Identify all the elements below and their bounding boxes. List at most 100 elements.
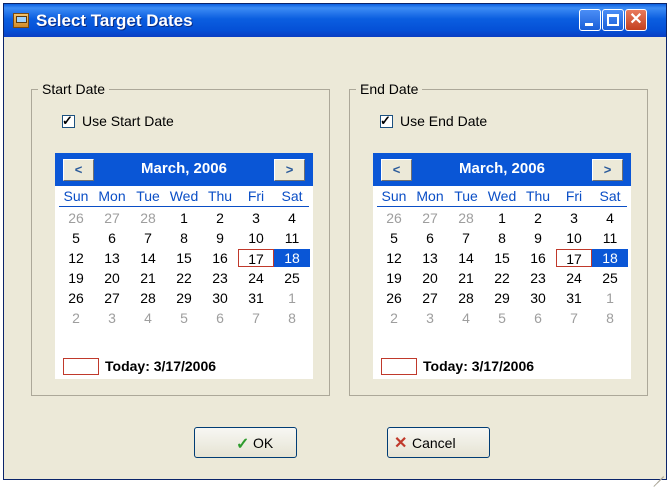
calendar-day[interactable]: 1 (274, 289, 310, 307)
previous-month-button[interactable]: < (63, 159, 94, 181)
calendar-day[interactable]: 27 (94, 289, 130, 307)
calendar-day[interactable]: 23 (520, 269, 556, 287)
calendar-day[interactable]: 9 (520, 229, 556, 247)
calendar-day[interactable]: 15 (484, 249, 520, 267)
calendar-day[interactable]: 4 (274, 209, 310, 227)
calendar-day[interactable]: 28 (130, 289, 166, 307)
calendar-day[interactable]: 18 (592, 249, 628, 267)
calendar-day[interactable]: 5 (376, 229, 412, 247)
calendar-day[interactable]: 6 (94, 229, 130, 247)
calendar-day[interactable]: 29 (166, 289, 202, 307)
calendar-day[interactable]: 10 (238, 229, 274, 247)
calendar-day[interactable]: 27 (412, 289, 448, 307)
calendar-day[interactable]: 26 (58, 289, 94, 307)
use-start-date-label[interactable]: Use Start Date (82, 113, 174, 129)
calendar-day[interactable]: 10 (556, 229, 592, 247)
calendar-day[interactable]: 20 (412, 269, 448, 287)
calendar-day[interactable]: 2 (58, 309, 94, 327)
calendar-day[interactable]: 26 (376, 209, 412, 227)
calendar-day[interactable]: 6 (412, 229, 448, 247)
calendar-day[interactable]: 8 (484, 229, 520, 247)
cancel-button[interactable]: ✕ Cancel (387, 427, 490, 458)
calendar-day[interactable]: 5 (484, 309, 520, 327)
resize-grip[interactable] (650, 463, 664, 487)
calendar-day[interactable]: 17 (556, 249, 592, 267)
calendar-day[interactable]: 3 (94, 309, 130, 327)
calendar-day[interactable]: 12 (376, 249, 412, 267)
calendar-day[interactable]: 22 (166, 269, 202, 287)
calendar-day[interactable]: 17 (238, 249, 274, 267)
calendar-day[interactable]: 12 (58, 249, 94, 267)
close-button[interactable]: ✕ (625, 9, 647, 31)
calendar-day[interactable]: 28 (448, 289, 484, 307)
calendar-day[interactable]: 20 (94, 269, 130, 287)
calendar-day[interactable]: 14 (448, 249, 484, 267)
calendar-day[interactable]: 13 (94, 249, 130, 267)
title-bar[interactable]: Select Target Dates ✕ (4, 4, 666, 37)
calendar-day[interactable]: 1 (166, 209, 202, 227)
previous-month-button[interactable]: < (381, 159, 412, 181)
calendar-day[interactable]: 28 (448, 209, 484, 227)
calendar-day[interactable]: 31 (556, 289, 592, 307)
calendar-day[interactable]: 31 (238, 289, 274, 307)
calendar-day[interactable]: 16 (202, 249, 238, 267)
calendar-day[interactable]: 1 (484, 209, 520, 227)
calendar-day[interactable]: 7 (448, 229, 484, 247)
calendar-day[interactable]: 21 (448, 269, 484, 287)
calendar-day[interactable]: 2 (376, 309, 412, 327)
calendar-day[interactable]: 8 (274, 309, 310, 327)
calendar-day[interactable]: 18 (274, 249, 310, 267)
use-start-date-checkbox[interactable]: ✓ (62, 113, 75, 128)
calendar-day[interactable]: 22 (484, 269, 520, 287)
calendar-day[interactable]: 6 (202, 309, 238, 327)
calendar-day[interactable]: 19 (58, 269, 94, 287)
calendar-day[interactable]: 11 (592, 229, 628, 247)
calendar-day[interactable]: 1 (592, 289, 628, 307)
calendar-day[interactable]: 27 (412, 209, 448, 227)
use-end-date-checkbox[interactable]: ✓ (380, 113, 393, 128)
calendar-day[interactable]: 25 (274, 269, 310, 287)
calendar-day[interactable]: 16 (520, 249, 556, 267)
next-month-button[interactable]: > (592, 159, 623, 181)
calendar-day[interactable]: 19 (376, 269, 412, 287)
calendar-day[interactable]: 4 (130, 309, 166, 327)
ok-button[interactable]: ✓ OK (194, 427, 297, 458)
calendar-day[interactable]: 3 (238, 209, 274, 227)
calendar-day[interactable]: 21 (130, 269, 166, 287)
use-end-date-label[interactable]: Use End Date (400, 113, 487, 129)
calendar-day[interactable]: 7 (556, 309, 592, 327)
today-label[interactable]: Today: 3/17/2006 (423, 358, 534, 374)
calendar-day[interactable]: 2 (520, 209, 556, 227)
calendar-day[interactable]: 26 (376, 289, 412, 307)
calendar-day[interactable]: 26 (58, 209, 94, 227)
calendar-day[interactable]: 11 (274, 229, 310, 247)
next-month-button[interactable]: > (274, 159, 305, 181)
calendar-day[interactable]: 8 (592, 309, 628, 327)
calendar-day[interactable]: 15 (166, 249, 202, 267)
calendar-day[interactable]: 7 (130, 229, 166, 247)
calendar-day[interactable]: 28 (130, 209, 166, 227)
maximize-button[interactable] (602, 9, 624, 31)
calendar-day[interactable]: 29 (484, 289, 520, 307)
calendar-day[interactable]: 4 (592, 209, 628, 227)
calendar-day[interactable]: 2 (202, 209, 238, 227)
calendar-day[interactable]: 9 (202, 229, 238, 247)
calendar-day[interactable]: 5 (166, 309, 202, 327)
calendar-day[interactable]: 6 (520, 309, 556, 327)
calendar-day[interactable]: 8 (166, 229, 202, 247)
calendar-day[interactable]: 23 (202, 269, 238, 287)
today-label[interactable]: Today: 3/17/2006 (105, 358, 216, 374)
calendar-day[interactable]: 13 (412, 249, 448, 267)
calendar-day[interactable]: 5 (58, 229, 94, 247)
calendar-day[interactable]: 24 (238, 269, 274, 287)
minimize-button[interactable] (579, 9, 601, 31)
calendar-day[interactable]: 30 (202, 289, 238, 307)
calendar-day[interactable]: 4 (448, 309, 484, 327)
calendar-day[interactable]: 30 (520, 289, 556, 307)
calendar-day[interactable]: 7 (238, 309, 274, 327)
calendar-day[interactable]: 14 (130, 249, 166, 267)
calendar-day[interactable]: 3 (412, 309, 448, 327)
calendar-day[interactable]: 24 (556, 269, 592, 287)
calendar-day[interactable]: 3 (556, 209, 592, 227)
calendar-day[interactable]: 25 (592, 269, 628, 287)
